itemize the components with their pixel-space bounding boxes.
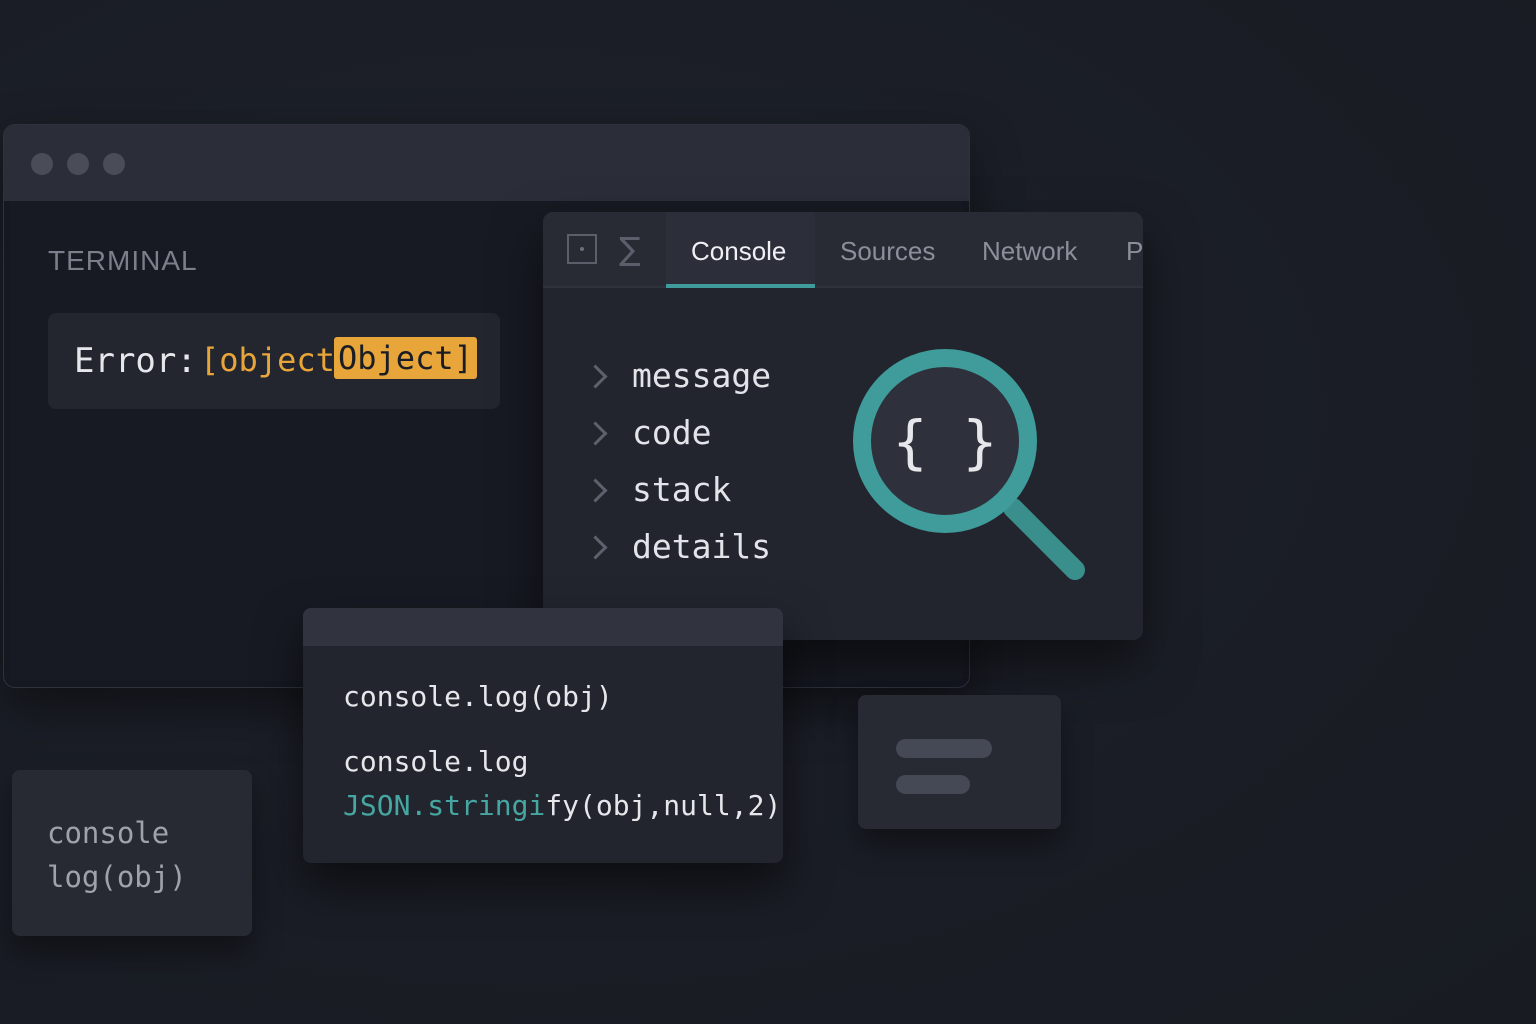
devtools-panel: ∑ Console Sources Network Pe message cod… (543, 212, 1143, 640)
error-value-highlight: Object] (334, 337, 477, 379)
code-line-2: console.log (343, 745, 529, 778)
tab-sources[interactable]: Sources (815, 212, 960, 286)
chevron-right-icon[interactable] (583, 421, 608, 446)
property-name: message (632, 356, 772, 395)
placeholder-card (858, 695, 1061, 829)
code-line-3: JSON.stringify(obj,null,2) (343, 789, 781, 822)
code-line-1: console.log(obj) (343, 680, 613, 713)
chevron-right-icon[interactable] (583, 535, 608, 560)
magnifier-braces-icon: { } (853, 349, 1085, 580)
tab-performance[interactable]: Pe (1101, 212, 1143, 286)
inspect-element-icon[interactable] (567, 234, 597, 264)
terminal-heading: TERMINAL (48, 245, 198, 276)
small-card-line-2: log(obj) (47, 860, 187, 894)
code-snippet-card: console.log(obj) console.log JSON.string… (303, 608, 783, 863)
code-card-header (303, 608, 783, 646)
window-titlebar (4, 125, 969, 201)
devtools-tab-bar: ∑ Console Sources Network Pe (543, 212, 1143, 288)
window-maximize-dot[interactable] (103, 153, 125, 175)
tab-console[interactable]: Console (666, 212, 815, 288)
placeholder-line (896, 739, 992, 758)
error-output: Error: [object Object] (48, 313, 500, 409)
property-name: stack (632, 470, 732, 509)
window-close-dot[interactable] (31, 153, 53, 175)
canvas: TERMINAL Error: [object Object] ∑ Consol… (0, 0, 1536, 1024)
window-minimize-dot[interactable] (67, 153, 89, 175)
tab-network[interactable]: Network (957, 212, 1102, 286)
error-value: [object (200, 341, 335, 379)
code-json-args: fy(obj,null,2) (545, 789, 782, 822)
error-label: Error: (74, 341, 197, 381)
braces-glyph: { } (893, 408, 998, 476)
property-name: code (632, 413, 712, 452)
code-json-call: JSON.stringi (343, 789, 546, 822)
small-card-line-1: console (47, 816, 170, 850)
property-name: details (632, 527, 772, 566)
sigma-icon[interactable]: ∑ (619, 230, 641, 268)
console-log-card: console log(obj) (12, 770, 252, 936)
placeholder-line (896, 775, 970, 794)
chevron-right-icon[interactable] (583, 478, 608, 503)
chevron-right-icon[interactable] (583, 364, 608, 389)
